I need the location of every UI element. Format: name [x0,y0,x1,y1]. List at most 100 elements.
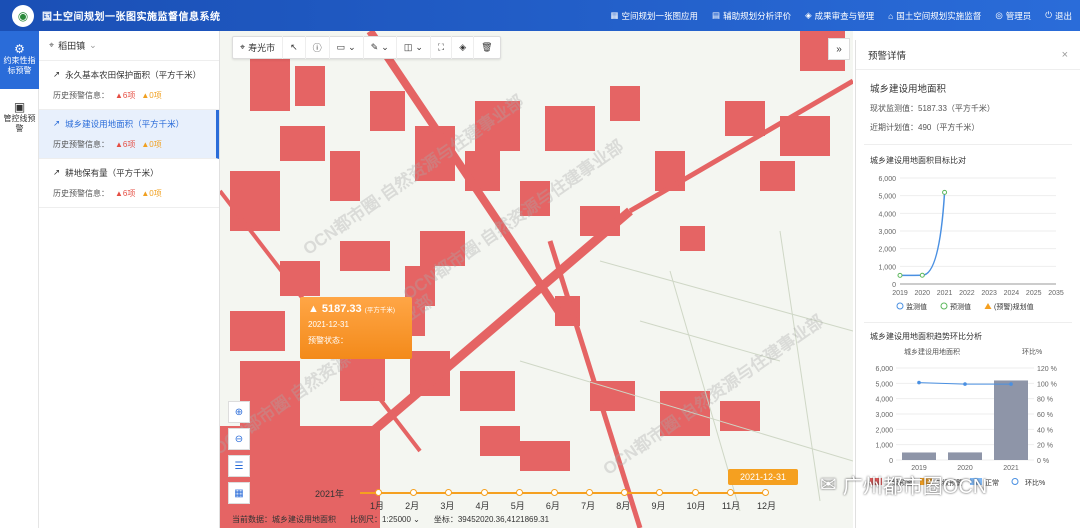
y-tick-label: 2,000 [875,427,893,434]
chevron-down-icon: ⌄ [89,40,97,50]
timeline-dot[interactable] [375,489,382,496]
timeline-dot[interactable] [480,489,488,496]
timeline-dot[interactable] [762,489,769,496]
y2-tick-label: 80 % [1037,397,1053,404]
left-nav: ⚙ 约束性指标预警 ▣ 管控线预警 [0,31,39,528]
clear-tool[interactable]: 🗑 [474,36,499,59]
indicator-item[interactable]: ↗ 耕地保有量（平方千米） 历史预警信息： ▲6项 ▲0项 [39,159,219,208]
y2-tick-label: 100 % [1037,381,1057,388]
planned-value: 近期计划值：490（平方千米） [870,123,980,132]
chart1-title: 城乡建设用地面积目标比对 [870,156,966,165]
nav-user[interactable]: ◎ 管理员 [995,10,1031,22]
info-icon: ⓘ [312,43,322,53]
map-icon: ▦ [610,10,619,20]
y-tick-label: 3,000 [878,229,896,236]
pointer-tool[interactable]: ↖ [283,36,306,59]
zoom-out-button[interactable]: ⊖ [228,428,250,450]
series-line [899,192,946,277]
y2-tick-label: 40 % [1037,427,1053,434]
current-data: 城乡建设用地面积 [272,515,336,524]
zoom-in-icon: ⊕ [234,406,244,418]
bar [994,380,1028,460]
nav-map-app[interactable]: ▦ 空间规划一张图应用 [611,10,699,22]
map-canvas[interactable] [220,31,853,528]
top-nav: ▦ 空间规划一张图应用 ▤ 辅助规划分析评价 ◈ 成果审查与管理 ⌂ 国土空间规划实施监… [611,0,1073,31]
list-button[interactable]: ☰ [228,455,250,477]
timeline-current: 2021-12-31 [728,469,798,485]
legend-marker [984,303,992,309]
monitor-icon: ⌂ [888,10,894,21]
location-pin-icon: ⌖ [49,40,55,50]
list-icon: ☰ [234,460,244,472]
layers-tool[interactable]: ◈ [452,36,475,59]
data-point [919,272,925,278]
wechat-icon: ✉ [820,473,837,496]
bar [948,452,982,460]
nav-analysis[interactable]: ▤ 辅助规划分析评价 [712,10,791,22]
leftnav-control-line-warning[interactable]: ▣ 管控线预警 [0,89,39,147]
timeline-axis [360,492,765,494]
nav-logout[interactable]: ⏻ 退出 [1045,10,1072,22]
detail-panel: 预警详情 × 城乡建设用地面积 现状监测值：5187.33（平方千米） 近期计划… [855,40,1080,528]
analysis-icon: ▤ [712,10,721,20]
legend-marker [940,302,948,310]
info-tool[interactable]: ⓘ [306,36,330,59]
timeline-dot[interactable] [586,489,594,496]
detail-subject: 城乡建设用地面积 [870,84,947,95]
timeline-dot[interactable] [621,489,629,496]
y-tick-label: 6,000 [878,176,896,183]
legend-marker [896,302,904,310]
split-tool[interactable]: ◫ ⌄ [397,36,431,59]
leftnav-constraint-warning[interactable]: ⚙ 约束性指标预警 [0,31,39,89]
top-bar: ◉ 国土空间规划一张图实施监督信息系统 ▦ 空间规划一张图应用 ▤ 辅助规划分析评价… [0,0,1080,31]
close-icon[interactable]: × [1062,49,1068,61]
x-tick-label: 2019 [892,290,908,297]
timeline[interactable]: 2021年 2021-12-31 1月 2月 3月 4月 5月 6月 7月 8月 9月 10月 11… [220,469,853,511]
city-select[interactable]: ⌖ 寿光市 [233,36,284,59]
draw-tool[interactable]: ✎ ⌄ [364,36,397,59]
layers-icon: ◈ [459,42,467,52]
split-view-icon: ◫ [403,42,413,52]
zoom-in-button[interactable]: ⊕ [228,401,250,423]
y2-tick-label: 0 % [1037,458,1049,465]
nav-review[interactable]: ◈ 成果审查与管理 [805,10,874,22]
orange-warning-count: ▲0项 [141,189,162,198]
orange-warning-count: ▲0项 [141,140,162,149]
timeline-dot[interactable] [726,489,734,496]
legend-label: 监测值 [906,302,927,311]
timeline-dot[interactable] [550,489,558,496]
indicator-item-active[interactable]: ↗ 城乡建设用地面积（平方千米） 历史预警信息： ▲6项 ▲0项 [39,110,219,159]
scale-select[interactable]: 比例尺：1:25000 ⌄ [350,514,420,525]
timeline-dot[interactable] [691,489,699,496]
ratio-point [963,382,967,386]
detail-title: 预警详情 [868,50,907,62]
trash-icon: 🗑 [481,42,493,52]
measure-tool[interactable]: ▭ ⌄ [330,36,364,59]
map-view[interactable]: OCN都市圈·自然资源与住建事业部 OCN都市圈·自然资源与住建事业部 OCN都… [220,31,853,528]
brand-watermark: ✉ 广州都市圈OCN [820,473,988,498]
timeline-dot[interactable] [515,489,523,496]
right-axis-title: 环比% [1022,347,1042,356]
ratio-point [1009,382,1013,386]
double-chevron-right-icon: » [836,43,842,55]
y-tick-label: 5,000 [875,381,893,388]
timeline-dot[interactable] [410,489,418,496]
expand-panel-button[interactable]: » [828,38,850,60]
x-tick-label: 2024 [1004,290,1020,297]
location-pin-icon: ⌖ [240,42,246,52]
fullextent-tool[interactable]: ⛶ [431,36,453,59]
nav-monitor[interactable]: ⌂ 国土空间规划实施监督 [888,10,981,22]
draw-icon: ✎ [370,42,379,52]
timeline-dot[interactable] [445,489,453,496]
map-toolbar: ⌖ 寿光市 ↖ ⓘ ▭ ⌄ ✎ ⌄ ◫ ⌄ ⛶ ◈ 🗑 [232,36,501,59]
emblem-icon: ◉ [12,4,34,27]
town-select[interactable]: ⌖ 稻田镇 ⌄ [39,31,219,61]
y2-tick-label: 60 % [1037,412,1053,419]
y-tick-label: 1,000 [878,264,896,271]
x-tick-label: 2035 [1048,290,1064,297]
chevron-down-icon: ⌄ [348,42,356,52]
y-tick-label: 6,000 [875,366,893,373]
ruler-icon: ▭ [336,42,346,52]
timeline-dot[interactable] [656,489,664,496]
indicator-item[interactable]: ↗ 永久基本农田保护面积（平方千米） 历史预警信息： ▲6项 ▲0项 [39,61,219,110]
